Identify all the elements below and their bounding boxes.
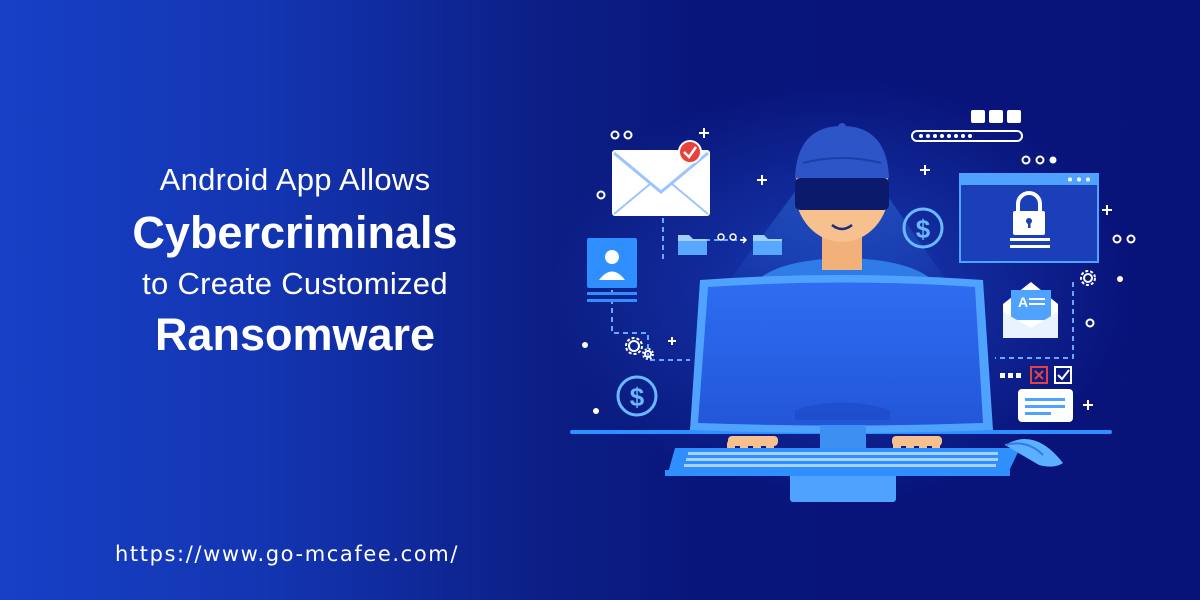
hacker-illustration: $ $ A: [550, 80, 1136, 502]
locked-window-icon: [959, 173, 1099, 263]
open-mail-icon: A: [1003, 282, 1058, 338]
svg-text:$: $: [630, 382, 645, 412]
svg-text:$: $: [916, 214, 931, 244]
email-envelope-icon: [612, 140, 710, 216]
keyboard: [665, 448, 1020, 476]
message-card-icon: [1018, 389, 1073, 422]
svg-text:A: A: [1018, 294, 1028, 310]
check-badge-icon: [678, 140, 702, 164]
user-profile-card-icon: [587, 238, 637, 302]
vr-goggles-icon: [795, 178, 889, 210]
banner: Android App Allows Cybercriminals to Cre…: [0, 0, 1200, 600]
monitor-base: [790, 472, 896, 502]
